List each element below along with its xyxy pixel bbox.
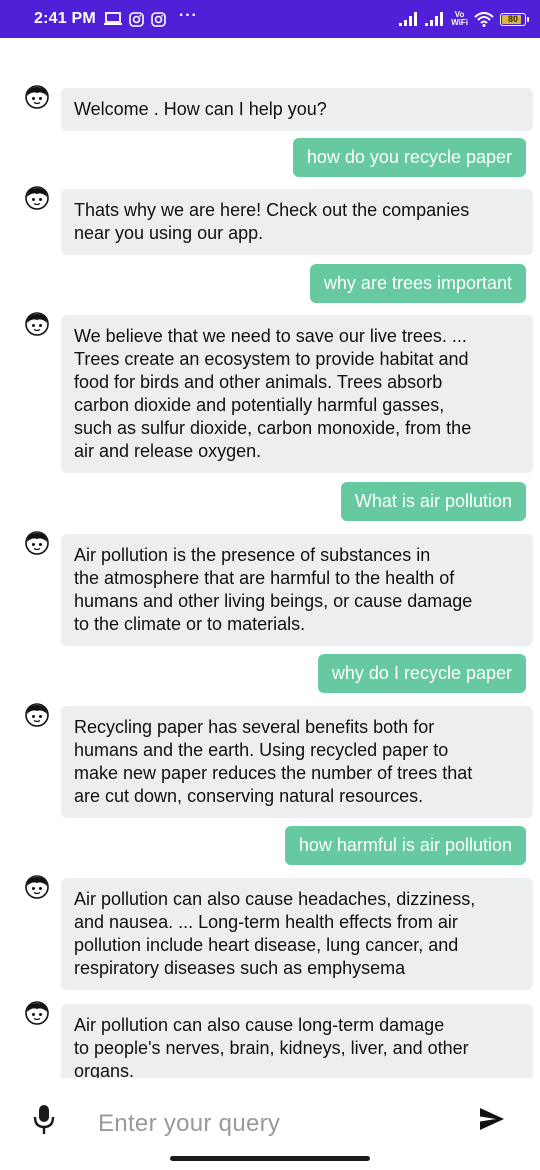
user-bubble: how harmful is air pollution bbox=[284, 826, 526, 865]
user-bubble: What is air pollution bbox=[340, 482, 526, 521]
bot-avatar-icon bbox=[25, 875, 49, 899]
bot-bubble: Air pollution is the presence of substan… bbox=[61, 534, 533, 646]
wifi-icon bbox=[474, 11, 494, 27]
laptop-icon bbox=[103, 12, 122, 25]
chat-list[interactable]: Welcome . How can I help you? how do you … bbox=[0, 38, 540, 1078]
instagram-icon bbox=[151, 11, 166, 27]
microphone-icon[interactable] bbox=[30, 1104, 58, 1136]
user-bubble: why are trees important bbox=[309, 264, 526, 303]
bot-avatar-icon bbox=[25, 1001, 49, 1025]
bot-avatar-icon bbox=[25, 85, 49, 109]
bot-bubble: We believe that we need to save our live… bbox=[61, 315, 533, 473]
signal-icon bbox=[399, 12, 418, 26]
bot-bubble: Thats why we are here! Check out the com… bbox=[61, 189, 533, 255]
bot-bubble: Recycling paper has several benefits bot… bbox=[61, 706, 533, 818]
bot-bubble: Air pollution can also cause headaches, … bbox=[61, 878, 533, 990]
battery-icon: 80 bbox=[500, 12, 529, 26]
input-bar: Enter your query bbox=[0, 1090, 540, 1160]
user-bubble: how do you recycle paper bbox=[292, 138, 526, 177]
status-bar: 2:41 PM ··· Vo WiFi 80 bbox=[0, 0, 540, 38]
bot-avatar-icon bbox=[25, 531, 49, 555]
instagram-icon bbox=[129, 11, 144, 27]
query-input[interactable]: Enter your query bbox=[98, 1110, 280, 1138]
status-time: 2:41 PM bbox=[34, 10, 96, 27]
bot-bubble: Air pollution can also cause long-term d… bbox=[61, 1004, 533, 1078]
overflow-dots: ··· bbox=[178, 7, 198, 24]
bot-avatar-icon bbox=[25, 703, 49, 727]
user-bubble: why do I recycle paper bbox=[317, 654, 526, 693]
vowifi-indicator: Vo WiFi bbox=[451, 10, 468, 27]
bot-avatar-icon bbox=[25, 312, 49, 336]
send-icon[interactable] bbox=[478, 1106, 506, 1132]
bot-avatar-icon bbox=[25, 186, 49, 210]
battery-level: 80 bbox=[507, 14, 518, 24]
home-indicator[interactable] bbox=[170, 1156, 370, 1161]
signal-icon bbox=[425, 12, 444, 26]
bot-bubble: Welcome . How can I help you? bbox=[61, 88, 533, 131]
